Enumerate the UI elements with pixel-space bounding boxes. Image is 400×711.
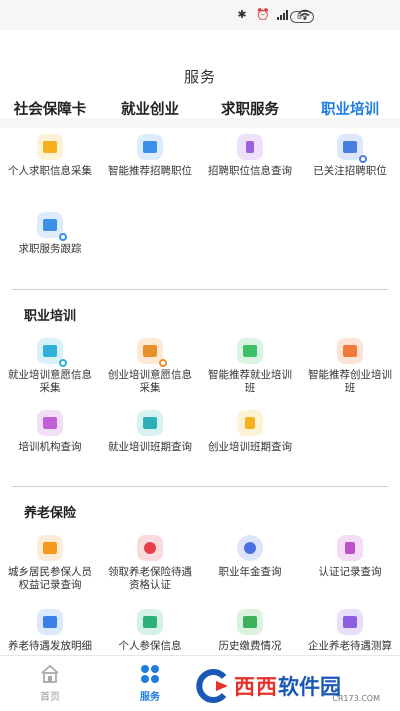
watermark-text-red: 西西 — [234, 675, 278, 699]
service-item[interactable]: 领取养老保险待遇资格认证 — [100, 535, 200, 609]
service-item[interactable]: 培训机构查询 — [0, 408, 100, 480]
service-item[interactable]: 就业培训意愿信息采集 — [0, 338, 100, 408]
service-label: 创业培训班期查询 — [208, 441, 292, 453]
employ-period-icon — [137, 410, 163, 436]
service-label: 智能推荐招聘职位 — [108, 165, 192, 177]
service-label: 个人求职信息采集 — [8, 165, 92, 177]
service-label: 已关注招聘职位 — [313, 165, 387, 177]
watermark-sub: CR173.COM — [332, 694, 380, 703]
certify-icon — [137, 535, 163, 561]
startup-period-icon — [237, 410, 263, 436]
briefcase-icon — [137, 134, 163, 160]
service-item[interactable]: 创业培训意愿信息采集 — [100, 338, 200, 408]
service-label: 职业年金查询 — [218, 566, 282, 578]
tie-icon — [237, 134, 263, 160]
service-item[interactable]: 创业培训班期查询 — [200, 408, 300, 480]
battery-indicator: 89 — [290, 11, 314, 23]
startup-survey-icon — [137, 338, 167, 367]
annuity-icon — [237, 535, 263, 561]
section-title-training: 职业培训 — [24, 309, 77, 324]
services-icon — [139, 664, 161, 684]
profile-icon — [37, 134, 63, 160]
status-bar: ✱ ⏰ — [0, 0, 400, 30]
service-label: 就业培训班期查询 — [108, 441, 192, 453]
service-item[interactable]: 认证记录查询 — [300, 535, 400, 609]
service-label: 个人参保信息 — [118, 640, 182, 652]
nav-home-label: 首页 — [40, 692, 60, 703]
watermark-logo-icon — [194, 669, 232, 703]
services-content[interactable]: 个人求职信息采集 智能推荐招聘职位 招聘职位信息查询 已关注招聘职位 求职服务跟… — [0, 128, 400, 655]
tab-job-services[interactable]: 求职服务 — [200, 100, 300, 128]
service-item[interactable]: 历史缴费情况 — [200, 609, 300, 655]
service-label: 创业培训意愿信息采集 — [108, 369, 192, 394]
section-title-pension: 养老保险 — [24, 506, 77, 521]
employ-class-icon — [237, 338, 263, 364]
payment-history-icon — [237, 609, 263, 635]
service-label: 求职服务跟踪 — [18, 243, 82, 255]
category-tabs: 社会保障卡 就业创业 求职服务 职业培训 — [0, 100, 400, 128]
tab-social-security-card[interactable]: 社会保障卡 — [0, 100, 100, 128]
service-label: 培训机构查询 — [18, 441, 82, 453]
service-label: 养老待遇发放明细 — [8, 640, 92, 652]
service-item[interactable]: 智能推荐招聘职位 — [100, 134, 200, 204]
job-services-grid: 个人求职信息采集 智能推荐招聘职位 招聘职位信息查询 已关注招聘职位 求职服务跟… — [0, 134, 400, 286]
service-label: 招聘职位信息查询 — [208, 165, 292, 177]
nav-services[interactable]: 服务 — [100, 656, 200, 711]
nav-services-label: 服务 — [140, 692, 160, 703]
service-item[interactable]: 智能推荐创业培训班 — [300, 338, 400, 408]
service-label: 智能推荐就业培训班 — [208, 369, 292, 394]
service-item[interactable]: 智能推荐就业培训班 — [200, 338, 300, 408]
institution-icon — [37, 410, 63, 436]
bluetooth-icon: ✱ — [237, 8, 247, 21]
service-label: 领取养老保险待遇资格认证 — [108, 566, 192, 591]
insured-info-icon — [137, 609, 163, 635]
employ-survey-icon — [37, 338, 67, 367]
tracking-icon — [37, 212, 67, 241]
service-item[interactable]: 招聘职位信息查询 — [200, 134, 300, 204]
service-item[interactable]: 已关注招聘职位 — [300, 134, 400, 204]
training-grid: 就业培训意愿信息采集 创业培训意愿信息采集 智能推荐就业培训班 智能推荐创业培训… — [0, 338, 400, 480]
service-item[interactable]: 养老待遇发放明细 — [0, 609, 100, 655]
watermark: 西西 软件园 CR173.COM — [194, 669, 384, 703]
service-label: 企业养老待遇测算 — [308, 640, 392, 652]
service-label: 历史缴费情况 — [218, 640, 282, 652]
tab-employment[interactable]: 就业创业 — [100, 100, 200, 128]
payout-icon — [37, 609, 63, 635]
home-icon — [39, 664, 61, 684]
tab-vocational-training[interactable]: 职业培训 — [300, 100, 400, 128]
pension-grid: 城乡居民参保人员权益记录查询 领取养老保险待遇资格认证 职业年金查询 认证记录查… — [0, 535, 400, 655]
startup-class-icon — [337, 338, 363, 364]
nav-home[interactable]: 首页 — [0, 656, 100, 711]
auth-record-icon — [337, 535, 363, 561]
signal-icon — [277, 9, 291, 21]
alarm-icon: ⏰ — [256, 8, 270, 21]
service-label: 认证记录查询 — [318, 566, 382, 578]
calc-icon — [337, 609, 363, 635]
service-label: 就业培训意愿信息采集 — [8, 369, 92, 394]
service-item[interactable]: 企业养老待遇测算 — [300, 609, 400, 655]
record-icon — [37, 535, 63, 561]
page-title: 服务 — [183, 68, 216, 86]
service-item[interactable]: 城乡居民参保人员权益记录查询 — [0, 535, 100, 609]
section-divider — [12, 486, 388, 487]
service-item[interactable]: 个人参保信息 — [100, 609, 200, 655]
service-item[interactable]: 就业培训班期查询 — [100, 408, 200, 480]
service-item[interactable]: 个人求职信息采集 — [0, 134, 100, 204]
service-item[interactable]: 求职服务跟踪 — [0, 204, 100, 286]
service-item[interactable]: 职业年金查询 — [200, 535, 300, 609]
service-label: 智能推荐创业培训班 — [308, 369, 392, 394]
star-doc-icon — [337, 134, 367, 163]
service-label: 城乡居民参保人员权益记录查询 — [8, 566, 92, 591]
section-divider — [12, 289, 388, 290]
